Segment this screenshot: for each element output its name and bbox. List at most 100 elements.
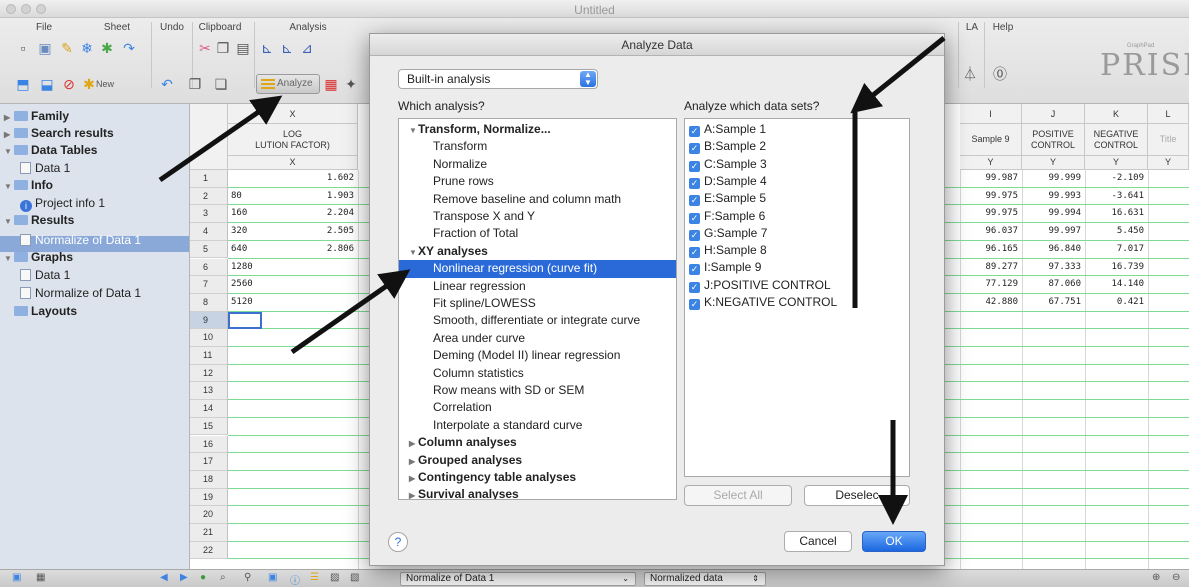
- analysis-item[interactable]: Prune rows: [399, 173, 676, 190]
- copy-sheet-icon[interactable]: ❐: [186, 76, 204, 92]
- table-cell[interactable]: 99.975: [960, 191, 1018, 201]
- table-cell[interactable]: 99.994: [1022, 208, 1081, 218]
- graph-nav-icon[interactable]: ▨: [330, 572, 339, 583]
- open-file-icon[interactable]: ▣: [36, 40, 54, 56]
- table-cell[interactable]: 99.993: [1022, 191, 1081, 201]
- table-cell[interactable]: 160: [231, 208, 281, 218]
- pin-icon[interactable]: ✱: [98, 40, 116, 56]
- nav-item[interactable]: ▼ Results: [4, 212, 74, 228]
- result-selector[interactable]: Normalized data ⇕: [644, 572, 766, 586]
- analyze-button[interactable]: Analyze: [256, 74, 320, 94]
- undo-icon[interactable]: ↶: [158, 76, 176, 92]
- table-cell[interactable]: 99.987: [960, 173, 1018, 183]
- nav-item[interactable]: Normalize of Data 1: [20, 285, 141, 301]
- redo-icon[interactable]: ↷: [120, 40, 138, 56]
- checkbox-checked-icon[interactable]: ✓: [689, 126, 700, 137]
- table-cell[interactable]: 16.739: [1085, 262, 1144, 272]
- analysis-item[interactable]: Fraction of Total: [399, 225, 676, 242]
- table-cell[interactable]: 96.037: [960, 226, 1018, 236]
- results-nav-icon[interactable]: ☰: [310, 572, 319, 583]
- new-sheet-label[interactable]: New: [96, 79, 114, 89]
- table-cell[interactable]: 99.997: [1022, 226, 1081, 236]
- dataset-checkbox-row[interactable]: ✓ F:Sample 6: [689, 208, 765, 225]
- analysis-item[interactable]: Deming (Model II) linear regression: [399, 347, 676, 364]
- wand-icon[interactable]: ✦: [342, 76, 360, 92]
- row-number[interactable]: 6: [190, 258, 228, 277]
- link-icon[interactable]: ⚲: [244, 572, 251, 583]
- table-cell[interactable]: 1.602: [286, 173, 354, 183]
- analysis-category[interactable]: ▶ Contingency table analyses: [399, 469, 676, 486]
- table-cell[interactable]: 14.140: [1085, 279, 1144, 289]
- row-number[interactable]: 8: [190, 293, 228, 312]
- prev-sheet-icon[interactable]: ◀: [160, 572, 168, 583]
- snowflake-icon[interactable]: ❄: [78, 40, 96, 56]
- select-all-button[interactable]: Select All: [684, 485, 792, 506]
- table-cell[interactable]: 67.751: [1022, 297, 1081, 307]
- col-x-title[interactable]: LOG LUTION FACTOR): [228, 124, 358, 156]
- deselect-button[interactable]: Deselec: [804, 485, 910, 506]
- table-cell[interactable]: 1.903: [286, 191, 354, 201]
- nav-item[interactable]: ▶ Family: [4, 108, 69, 124]
- col-title[interactable]: POSITIVE CONTROL: [1022, 124, 1085, 156]
- row-number[interactable]: 5: [190, 240, 228, 259]
- help-icon[interactable]: ⓪: [991, 66, 1009, 82]
- new-file-icon[interactable]: ▫: [14, 40, 32, 56]
- active-cell[interactable]: [228, 311, 262, 330]
- dataset-checkbox-row[interactable]: ✓ K:NEGATIVE CONTROL: [689, 294, 837, 311]
- row-number[interactable]: 15: [190, 417, 228, 436]
- row-number[interactable]: 19: [190, 488, 228, 507]
- table-cell[interactable]: 2560: [231, 279, 281, 289]
- row-number[interactable]: 9: [190, 311, 228, 330]
- table-cell[interactable]: 77.129: [960, 279, 1018, 289]
- sheet-selector[interactable]: Normalize of Data 1 ⌄: [400, 572, 636, 586]
- row-number[interactable]: 10: [190, 329, 228, 347]
- checkbox-checked-icon[interactable]: ✓: [689, 177, 700, 189]
- analysis-category[interactable]: ▶ Survival analyses: [399, 486, 676, 499]
- paste-icon[interactable]: ❏: [212, 76, 230, 92]
- pencil-icon[interactable]: ✎: [58, 40, 76, 56]
- row-number[interactable]: 7: [190, 276, 228, 294]
- table-cell[interactable]: 80: [231, 191, 281, 201]
- dataset-checkbox-row[interactable]: ✓ H:Sample 8: [689, 242, 767, 259]
- analysis-item[interactable]: Smooth, differentiate or integrate curve: [399, 312, 676, 329]
- row-number[interactable]: 20: [190, 506, 228, 524]
- checkbox-checked-icon[interactable]: ✓: [689, 264, 700, 276]
- la-tool-icon[interactable]: ⏃: [961, 66, 979, 82]
- analysis-item[interactable]: Area under curve: [399, 330, 676, 347]
- zoom-in-icon[interactable]: ⊕: [1152, 572, 1160, 583]
- dataset-checkbox-row[interactable]: ✓ I:Sample 9: [689, 259, 761, 276]
- row-number[interactable]: 2: [190, 187, 228, 206]
- row-number[interactable]: 1: [190, 170, 228, 188]
- cancel-button[interactable]: Cancel: [784, 531, 852, 552]
- dataset-checkbox-row[interactable]: ✓ A:Sample 1: [689, 121, 766, 138]
- datasets-list[interactable]: ✓ A:Sample 1 ✓ B:Sample 2 ✓ C:Sample 3 ✓ D:Samp…: [684, 118, 910, 477]
- nav-item[interactable]: ▶ Search results: [4, 125, 114, 141]
- table-cell[interactable]: 16.631: [1085, 208, 1144, 218]
- analysis-category[interactable]: ▼Transform, Normalize...: [399, 121, 676, 138]
- table-cell[interactable]: 320: [231, 226, 281, 236]
- gallery-view-icon[interactable]: ▦: [36, 572, 45, 583]
- row-number[interactable]: 3: [190, 205, 228, 224]
- dataset-checkbox-row[interactable]: ✓ B:Sample 2: [689, 138, 766, 155]
- info-nav-icon[interactable]: ⓘ: [290, 572, 300, 587]
- table-cell[interactable]: 99.975: [960, 208, 1018, 218]
- analysis-item[interactable]: Correlation: [399, 399, 676, 416]
- dataset-checkbox-row[interactable]: ✓ J:POSITIVE CONTROL: [689, 277, 831, 294]
- dataset-checkbox-row[interactable]: ✓ E:Sample 5: [689, 190, 766, 207]
- row-number[interactable]: 13: [190, 382, 228, 401]
- checkbox-checked-icon[interactable]: ✓: [689, 195, 700, 207]
- sheet-dropdown-icon[interactable]: ⬓: [38, 76, 56, 92]
- table-cell[interactable]: -2.109: [1085, 173, 1144, 183]
- ok-button[interactable]: OK: [862, 531, 926, 552]
- table-cell[interactable]: 42.880: [960, 297, 1018, 307]
- table-cell[interactable]: 1280: [231, 262, 281, 272]
- row-number[interactable]: 11: [190, 347, 228, 365]
- nav-item[interactable]: Data 1: [20, 160, 70, 176]
- cut-icon[interactable]: ✂: [196, 40, 214, 56]
- analysis-item[interactable]: Column statistics: [399, 365, 676, 382]
- layout-nav-icon[interactable]: ▧: [350, 572, 359, 583]
- delete-sheet-icon[interactable]: ⊘: [60, 76, 78, 92]
- dataset-checkbox-row[interactable]: ✓ C:Sample 3: [689, 156, 767, 173]
- binoculars-icon[interactable]: ⌕: [220, 572, 226, 583]
- nav-item[interactable]: Normalize of Data 1: [20, 232, 141, 248]
